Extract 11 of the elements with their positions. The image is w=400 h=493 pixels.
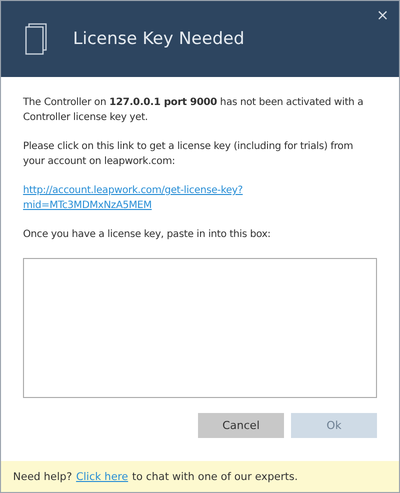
license-link[interactable]: http://account.leapwork.com/get-license-key? mid=MTc3MDMxNzA5MEM (23, 183, 243, 213)
message-text: The Controller on 127.0.0.1 port 9000 has not been activated with a Controller license key yet. (23, 96, 364, 125)
license-key-field[interactable] (23, 258, 377, 398)
help-link[interactable]: Click here (76, 470, 128, 482)
prompt-text: Once you have a license key, paste in into this box: (23, 228, 272, 242)
cancel-button[interactable]: Cancel (198, 413, 284, 438)
message-text: Please click on this link to get a license key (including for trials) from your account on leapwork.com: (23, 140, 354, 169)
close-button[interactable]: × (372, 4, 393, 26)
dialog-title: License Key Needed (73, 29, 244, 49)
help-text: Need help? (13, 470, 72, 482)
help-text: to chat with one of our experts. (132, 470, 298, 482)
